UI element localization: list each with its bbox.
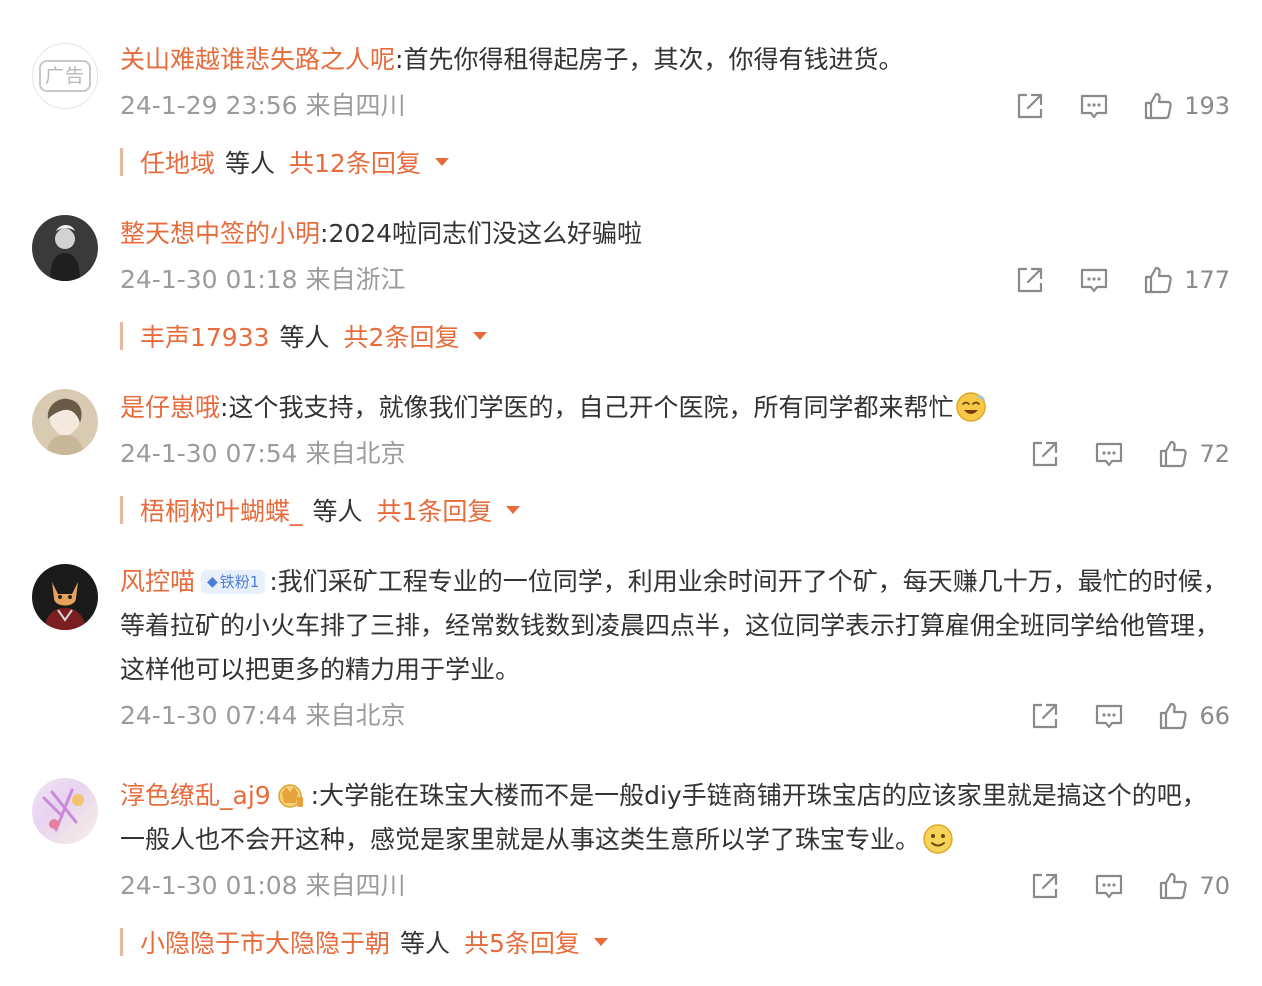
comment-content: :首先你得租得起房子，其次，你得有钱进货。	[395, 45, 904, 74]
comment-text: 淳色缭乱_aj9:大学能在珠宝大楼而不是一般diy手链商铺开珠宝店的应该家里就是…	[120, 774, 1230, 862]
ad-label: 广告	[38, 60, 91, 92]
comment-time: 24-1-30 01:18 来自浙江	[120, 265, 406, 294]
reply-count-button[interactable]: 共12条回复	[289, 144, 449, 180]
reply-bar	[120, 322, 123, 350]
reply-count-button[interactable]: 共5条回复	[464, 924, 608, 960]
thumbs-up-icon[interactable]	[1142, 264, 1174, 296]
thumbs-up-icon[interactable]	[1142, 90, 1174, 122]
avatar-figure	[44, 582, 86, 630]
comment-icon[interactable]	[1093, 438, 1125, 470]
reply-count-button[interactable]: 共2条回复	[344, 318, 488, 354]
avatar[interactable]	[32, 389, 98, 455]
comment-nickname[interactable]: 淳色缭乱_aj9	[120, 781, 271, 810]
thumbs-up-icon[interactable]	[1157, 870, 1189, 902]
avatar[interactable]	[32, 564, 98, 630]
avatar[interactable]	[32, 778, 98, 844]
comment-text: 是仔崽哦:这个我支持，就像我们学医的，自己开个医院，所有同学都来帮忙	[120, 386, 1230, 430]
reply-etc: 等人	[400, 929, 451, 958]
avatar-figure	[42, 788, 84, 832]
comment-actions: 66	[997, 696, 1230, 736]
comment-icon[interactable]	[1078, 264, 1110, 296]
comment-time: 24-1-29 23:56 来自四川	[120, 91, 406, 120]
comment-text: 关山难越谁悲失路之人呢:首先你得租得起房子，其次，你得有钱进货。	[120, 38, 1230, 82]
smiley-emoji-icon	[923, 824, 953, 854]
like-count: 72	[1199, 440, 1230, 468]
comment-actions: 70	[997, 866, 1230, 906]
avatar-figure	[50, 225, 80, 281]
reply-etc: 等人	[312, 497, 363, 526]
reply-bar	[120, 928, 123, 956]
like-count: 66	[1199, 702, 1230, 730]
comment-content: :我们采矿工程专业的一位同学，利用业余时间开了个矿，每天赚几十万，最忙的时候，等…	[120, 567, 1228, 684]
comment-content: :这个我支持，就像我们学医的，自己开个医院，所有同学都来帮忙	[220, 393, 954, 422]
comment-text: 整天想中签的小明:2024啦同志们没这么好骗啦	[120, 212, 1230, 256]
reply-count-label: 共5条回复	[464, 929, 580, 958]
reply-summary: 丰声17933 等人 共2条回复	[120, 316, 488, 356]
share-icon[interactable]	[1029, 700, 1061, 732]
like-count: 177	[1184, 266, 1230, 294]
comment-content: :2024啦同志们没这么好骗啦	[320, 219, 643, 248]
thumbs-up-icon[interactable]	[1157, 438, 1189, 470]
comment-time: 24-1-30 01:08 来自四川	[120, 871, 406, 900]
share-icon[interactable]	[1029, 438, 1061, 470]
comment-icon[interactable]	[1093, 870, 1125, 902]
ad-avatar[interactable]: 广告	[32, 43, 98, 109]
comment-actions: 177	[982, 260, 1230, 300]
reply-user[interactable]: 小隐隐于市大隐隐于朝	[140, 924, 390, 960]
comment-actions: 193	[982, 86, 1230, 126]
avatar-figure	[46, 398, 84, 455]
reply-count-button[interactable]: 共1条回复	[377, 492, 521, 528]
reply-summary: 梧桐树叶蝴蝶_ 等人 共1条回复	[120, 490, 521, 530]
reply-user[interactable]: 梧桐树叶蝴蝶_	[140, 492, 303, 528]
comment-meta: 24-1-30 07:54 来自北京 72	[120, 434, 1230, 474]
caret-down-icon	[434, 158, 449, 166]
reply-count-label: 共2条回复	[343, 323, 460, 352]
caret-down-icon	[506, 506, 521, 514]
comment-nickname[interactable]: 关山难越谁悲失路之人呢	[120, 45, 395, 74]
reply-count-label: 共1条回复	[376, 497, 493, 526]
diamond-icon: ◆	[207, 574, 218, 590]
comment-meta: 24-1-29 23:56 来自四川 193	[120, 86, 1230, 126]
comment-text: 风控喵 ◆ 铁粉1:我们采矿工程专业的一位同学，利用业余时间开了个矿，每天赚几十万，…	[120, 560, 1230, 692]
share-icon[interactable]	[1014, 264, 1046, 296]
like-count: 70	[1199, 872, 1230, 900]
thumbs-up-icon[interactable]	[1157, 700, 1189, 732]
comment-nickname[interactable]: 是仔崽哦	[120, 393, 220, 422]
reply-bar	[120, 496, 123, 524]
comment-nickname[interactable]: 风控喵	[120, 567, 195, 596]
fan-badge[interactable]: ◆ 铁粉1	[201, 570, 266, 594]
crown-icon[interactable]	[275, 781, 305, 809]
reply-summary: 小隐隐于市大隐隐于朝 等人 共5条回复	[120, 922, 608, 962]
comment-time: 24-1-30 07:54 来自北京	[120, 439, 406, 468]
reply-etc: 等人	[279, 323, 330, 352]
reply-user[interactable]: 丰声17933	[140, 318, 270, 354]
comment-meta: 24-1-30 01:08 来自四川 70	[120, 866, 1230, 906]
smiley-emoji-icon	[956, 392, 987, 422]
comment-meta: 24-1-30 07:44 来自北京 66	[120, 696, 1230, 736]
comment-icon[interactable]	[1078, 90, 1110, 122]
comment-nickname[interactable]: 整天想中签的小明	[120, 219, 320, 248]
comment-icon[interactable]	[1093, 700, 1125, 732]
avatar[interactable]	[32, 215, 98, 281]
caret-down-icon	[593, 938, 608, 946]
like-count: 193	[1184, 92, 1230, 120]
comment-meta: 24-1-30 01:18 来自浙江 177	[120, 260, 1230, 300]
share-icon[interactable]	[1029, 870, 1061, 902]
reply-etc: 等人	[225, 149, 276, 178]
fan-badge-label: 铁粉1	[219, 573, 260, 591]
caret-down-icon	[473, 332, 488, 340]
reply-count-label: 共12条回复	[289, 149, 421, 178]
reply-user[interactable]: 任地域	[140, 144, 215, 180]
reply-summary: 任地域 等人 共12条回复	[120, 142, 449, 182]
share-icon[interactable]	[1014, 90, 1046, 122]
comment-actions: 72	[997, 434, 1230, 474]
comment-time: 24-1-30 07:44 来自北京	[120, 701, 406, 730]
reply-bar	[120, 148, 123, 176]
